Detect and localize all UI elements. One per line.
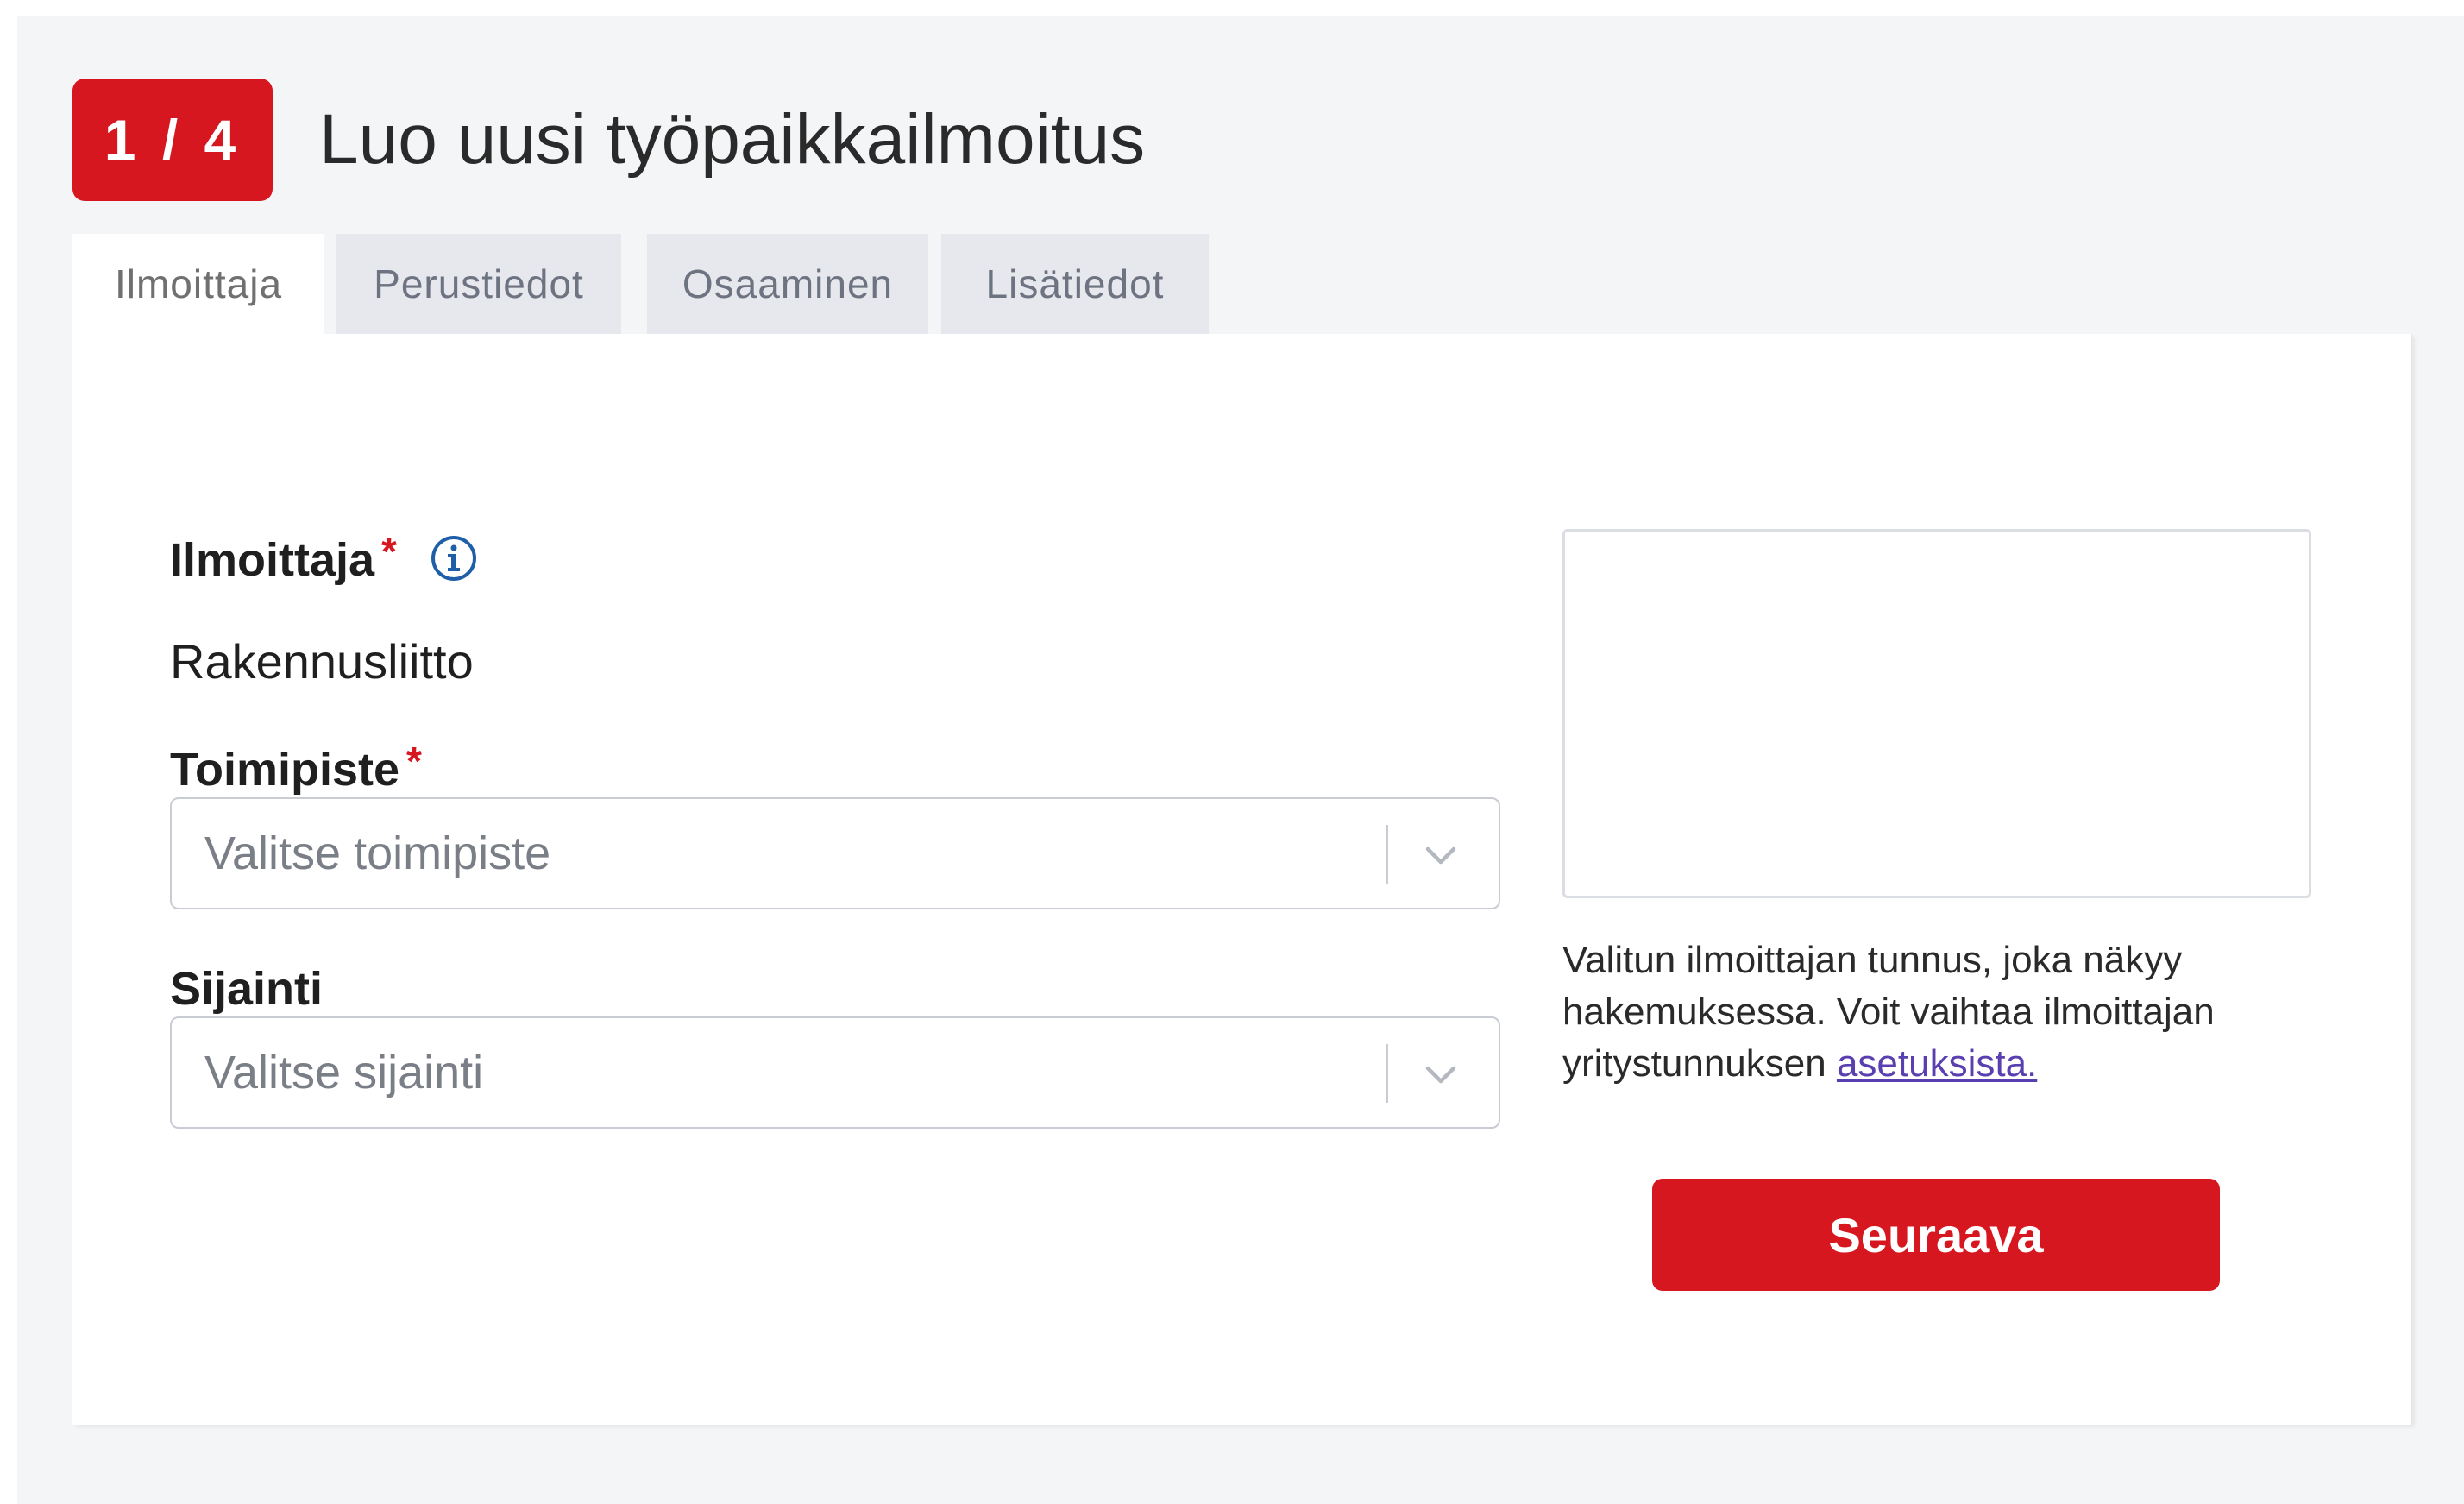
- location-select-placeholder: Valitse sijainti: [204, 1047, 484, 1098]
- location-label-text: Sijainti: [170, 963, 324, 1015]
- chevron-down-icon[interactable]: [1421, 1054, 1461, 1094]
- office-label: Toimipiste *: [170, 739, 422, 799]
- tab-osaaminen[interactable]: Osaaminen: [647, 234, 928, 334]
- tab-lisatiedot[interactable]: Lisätiedot: [941, 234, 1209, 334]
- advertiser-value: Rakennusliitto: [170, 634, 474, 689]
- tab-perustiedot[interactable]: Perustiedot: [336, 234, 621, 334]
- location-select[interactable]: Valitse sijainti: [170, 1016, 1500, 1129]
- select-divider: [1386, 1044, 1388, 1103]
- select-divider: [1386, 825, 1388, 884]
- office-label-text: Toimipiste: [170, 744, 400, 796]
- chevron-down-icon[interactable]: [1421, 835, 1461, 875]
- advertiser-help-text: Valitun ilmoittajan tunnus, joka näkyy h…: [1562, 934, 2339, 1090]
- tab-ilmoittaja[interactable]: Ilmoittaja: [72, 234, 324, 334]
- required-mark: *: [406, 739, 422, 783]
- advertiser-label: Ilmoittaja *: [170, 529, 397, 589]
- info-icon[interactable]: [430, 534, 478, 582]
- office-select-placeholder: Valitse toimipiste: [204, 828, 551, 879]
- step-badge: 1 / 4: [72, 79, 273, 201]
- advertiser-logo-preview: [1562, 529, 2311, 898]
- settings-link[interactable]: asetuksista.: [1837, 1042, 2037, 1085]
- location-label: Sijainti: [170, 961, 323, 1016]
- next-button[interactable]: Seuraava: [1652, 1179, 2220, 1291]
- advertiser-label-text: Ilmoittaja: [170, 534, 375, 586]
- required-mark: *: [381, 529, 397, 574]
- page-title: Luo uusi työpaikkailmoitus: [319, 100, 1146, 179]
- office-select[interactable]: Valitse toimipiste: [170, 797, 1500, 909]
